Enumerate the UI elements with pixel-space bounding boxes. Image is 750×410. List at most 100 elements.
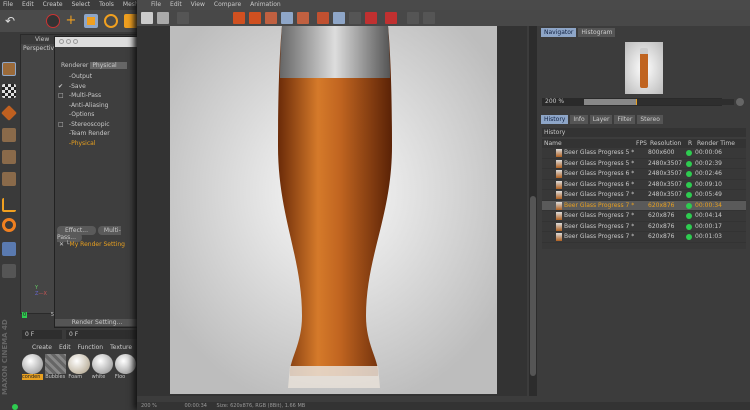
history-row[interactable]: Beer Glass Progress 7 * 620x876 00:00:34	[542, 200, 746, 211]
swap-icon[interactable]	[423, 12, 435, 24]
viewer-menu-edit[interactable]: Edit	[170, 1, 182, 8]
timeline[interactable]: 0 5	[22, 312, 54, 326]
open-icon[interactable]	[141, 12, 153, 24]
viewer-menu-compare[interactable]: Compare	[214, 1, 241, 8]
history-tab-stereo[interactable]: Stereo	[637, 115, 663, 124]
zoom-slider[interactable]	[584, 99, 734, 105]
menu-file[interactable]: File	[3, 1, 13, 8]
history-name: Beer Glass Progress 5 *	[564, 149, 635, 156]
lock-grid-icon[interactable]	[2, 242, 16, 256]
mat-menu-edit[interactable]: Edit	[59, 344, 71, 351]
compare-b-icon[interactable]	[281, 12, 293, 24]
frame-field[interactable]: 0 F	[22, 330, 62, 339]
render-region-icon[interactable]	[233, 12, 245, 24]
mat-menu-texture[interactable]: Texture	[110, 344, 132, 351]
column-header-name[interactable]: Name	[544, 140, 562, 147]
history-row[interactable]: Beer Glass Progress 6 * 2480x3507 00:02:46	[542, 169, 746, 180]
column-header-fps[interactable]: FPS	[636, 140, 647, 147]
render-setting-button[interactable]: Render Setting...	[55, 319, 139, 326]
mat-menu-function[interactable]: Function	[78, 344, 104, 351]
cube-icon[interactable]	[2, 62, 16, 76]
render-settings-item-anti-aliasing[interactable]: -Anti-Aliasing	[55, 101, 139, 111]
navigator-thumbnail[interactable]	[625, 42, 663, 94]
select-tool-icon[interactable]	[46, 14, 60, 28]
renderer-select[interactable]: Physical	[90, 62, 127, 69]
column-header-r[interactable]: R	[688, 140, 692, 147]
a-icon[interactable]	[365, 12, 377, 24]
status-zoom[interactable]: 200 %	[141, 403, 157, 409]
scale-tool-icon[interactable]	[84, 14, 98, 28]
item-checkbox[interactable]: ✔	[55, 82, 67, 92]
history-tab-history[interactable]: History	[541, 115, 569, 124]
render-settings-item-save[interactable]: ✔ -Save	[55, 82, 139, 92]
checker-icon[interactable]	[2, 84, 16, 98]
navigator-tab-histogram[interactable]: Histogram	[578, 28, 616, 37]
b-icon[interactable]	[385, 12, 397, 24]
axis-icon[interactable]	[2, 198, 16, 212]
history-row[interactable]: Beer Glass Progress 5 * 800x600 00:00:06	[542, 148, 746, 159]
split-icon[interactable]	[407, 12, 419, 24]
stop-icon[interactable]	[177, 12, 189, 24]
history-row[interactable]: Beer Glass Progress 7 * 620x876 00:01:03	[542, 232, 746, 243]
channel-icon[interactable]	[317, 12, 329, 24]
render-settings-item-team-render[interactable]: -Team Render	[55, 129, 139, 139]
history-row[interactable]: Beer Glass Progress 7 * 2480x3507 00:05:49	[542, 190, 746, 201]
material-swatch[interactable]: Bubbles	[45, 354, 67, 380]
history-row[interactable]: Beer Glass Progress 7 * 620x876 00:00:17	[542, 222, 746, 232]
material-swatch[interactable]: Foam	[68, 354, 90, 380]
history-name: Beer Glass Progress 6 *	[564, 180, 635, 188]
undo-icon[interactable]: ↶	[5, 14, 19, 28]
history-row[interactable]: Beer Glass Progress 6 * 2480x3507 00:09:10	[542, 180, 746, 190]
render-settings-item-multi-pass[interactable]: □ -Multi-Pass	[55, 91, 139, 101]
menu-create[interactable]: Create	[43, 1, 63, 8]
viewer-menu-file[interactable]: File	[151, 1, 161, 8]
history-row[interactable]: Beer Glass Progress 5 * 2480x3507 00:02:39	[542, 159, 746, 169]
plane-icon[interactable]	[1, 105, 17, 121]
edge-icon[interactable]	[2, 150, 16, 164]
render-settings-item-output[interactable]: -Output	[55, 72, 139, 82]
save-icon[interactable]	[157, 12, 169, 24]
render-canvas[interactable]	[137, 26, 527, 396]
object-tool-icon[interactable]	[124, 14, 138, 28]
vertical-scrollbar[interactable]	[529, 26, 537, 396]
magnet-icon[interactable]	[2, 218, 16, 232]
viewer-menu-view[interactable]: View	[191, 1, 205, 8]
zoom-reset-button[interactable]	[736, 98, 744, 106]
rotate-tool-icon[interactable]	[104, 14, 118, 28]
column-header-resolution[interactable]: Resolution	[650, 140, 681, 147]
grid-icon[interactable]	[2, 264, 16, 278]
compare-a-icon[interactable]	[265, 12, 277, 24]
material-swatch[interactable]: conden	[22, 354, 44, 380]
frame-field-2[interactable]: 0 F	[66, 330, 138, 339]
render-setting-name[interactable]: My Render Setting	[70, 241, 125, 248]
history-tab-layer[interactable]: Layer	[589, 115, 613, 124]
item-checkbox[interactable]: □	[55, 91, 67, 101]
history-row[interactable]: Beer Glass Progress 7 * 620x876 00:04:14	[542, 211, 746, 222]
column-header-render-time[interactable]: Render Time	[697, 140, 735, 147]
render-settings-item-options[interactable]: -Options	[55, 110, 139, 120]
material-label: conden	[22, 374, 44, 380]
navigator-tab-navigator[interactable]: Navigator	[541, 28, 577, 37]
render-settings-item-physical[interactable]: -Physical	[55, 139, 139, 149]
history-tab-info[interactable]: Info	[570, 115, 588, 124]
render-settings-item-stereoscopic[interactable]: □ -Stereoscopic	[55, 120, 139, 130]
point-icon[interactable]	[2, 172, 16, 186]
mat-menu-create[interactable]: Create	[32, 344, 52, 351]
material-swatch[interactable]: Floo	[114, 354, 137, 380]
display-icon[interactable]	[297, 12, 309, 24]
history-resolution: 2480x3507	[648, 191, 683, 198]
viewer-menu-animation[interactable]: Animation	[250, 1, 281, 8]
move-tool-icon[interactable]: +	[64, 14, 78, 28]
fit-icon[interactable]	[333, 12, 345, 24]
menu-select[interactable]: Select	[72, 1, 91, 8]
ab-icon[interactable]	[349, 12, 361, 24]
menu-tools[interactable]: Tools	[99, 1, 114, 8]
material-swatch[interactable]: white	[91, 354, 113, 380]
polygon-icon[interactable]	[2, 128, 16, 142]
item-checkbox[interactable]: □	[55, 120, 67, 130]
history-tab-filter[interactable]: Filter	[614, 115, 636, 124]
frame-slider-start[interactable]: 0	[22, 312, 28, 318]
render-icon[interactable]	[249, 12, 261, 24]
menu-edit[interactable]: Edit	[22, 1, 34, 8]
navigator-zoom[interactable]: 200 %	[542, 98, 567, 105]
